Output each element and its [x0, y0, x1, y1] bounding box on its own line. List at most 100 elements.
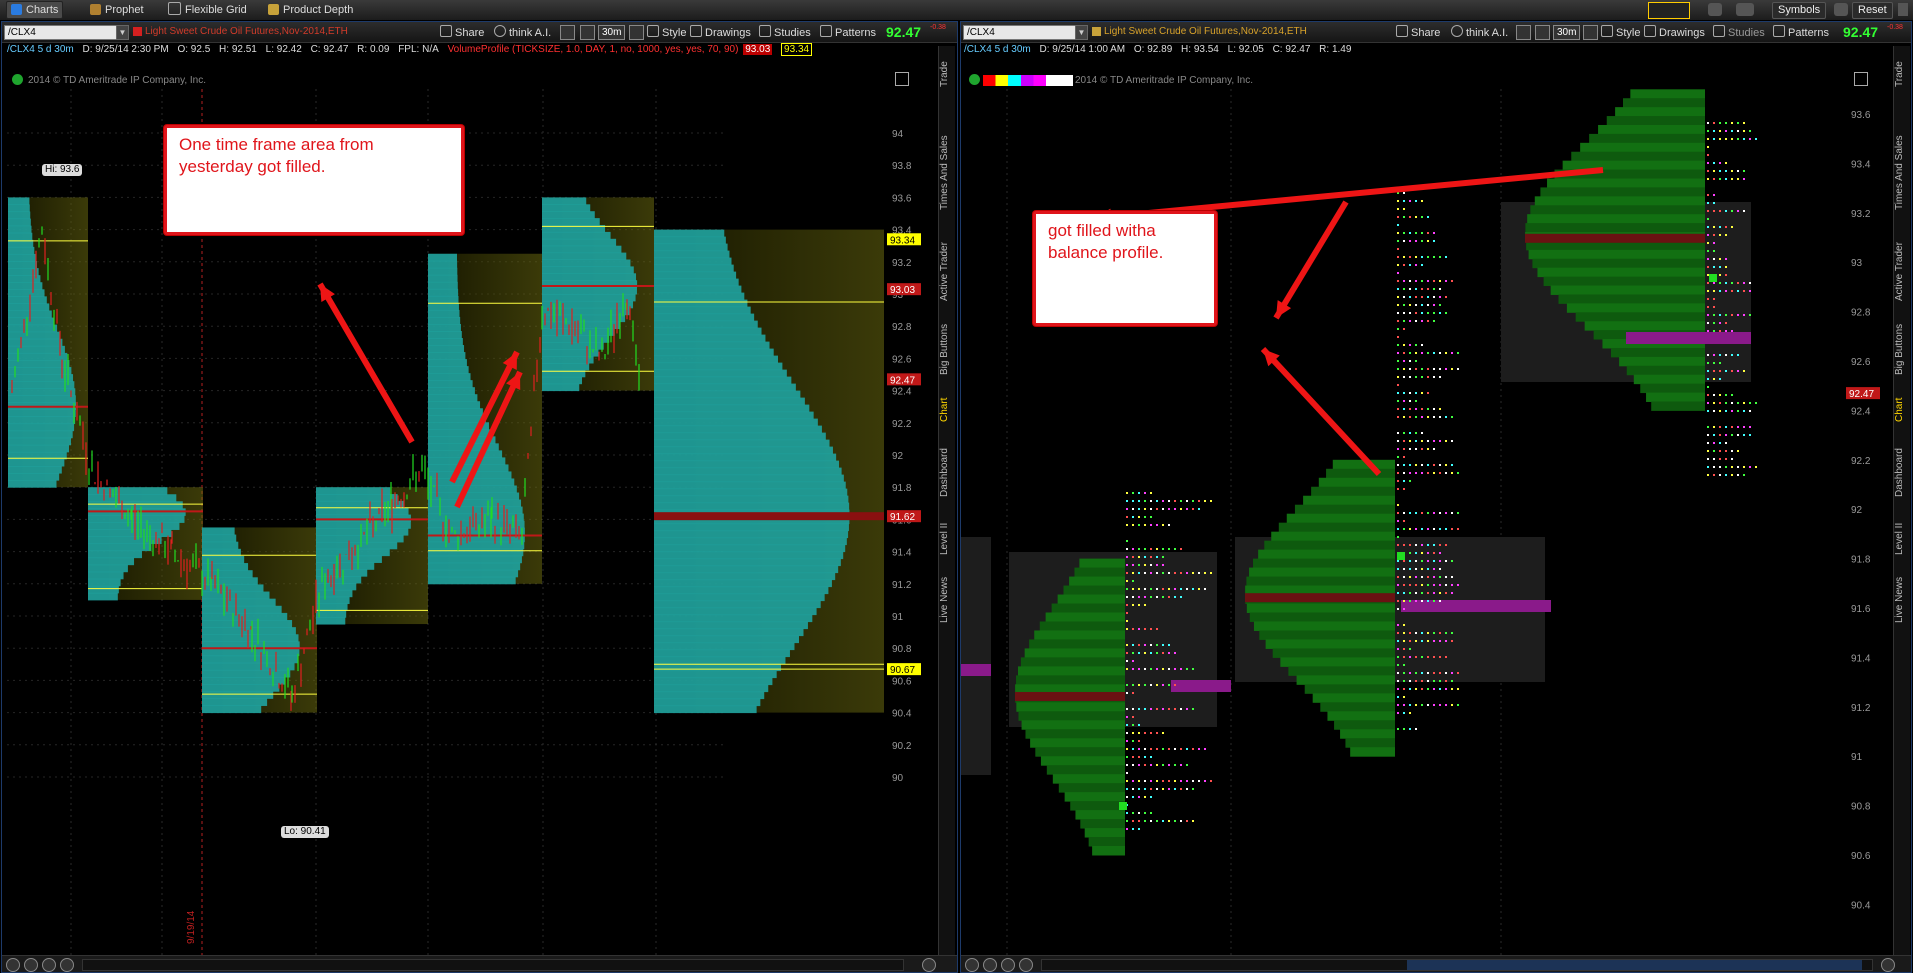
- menu-icon[interactable]: [1898, 3, 1908, 16]
- right-tpo-dot: [1415, 632, 1417, 634]
- right-profile-bar: [1064, 792, 1125, 802]
- right-tpo-dot: [1737, 434, 1739, 436]
- right-tpo-dot: [1731, 314, 1733, 316]
- right-tpo-dot: [1707, 442, 1709, 444]
- left-chart-canvas[interactable]: 9493.893.693.493.29392.892.692.492.29291…: [2, 22, 957, 972]
- right-chart-canvas[interactable]: 93.6 93.4 93.2 93 92.8 92.6 92.4 92.2 92 91.8 91.6…: [961, 22, 1911, 972]
- right-profile-bar: [1017, 666, 1125, 676]
- right-tpo-dot: [1719, 266, 1721, 268]
- right-tpo-dot: [1132, 764, 1134, 766]
- tab-product-depth-label: Product Depth: [283, 4, 354, 16]
- right-tpo-dot: [1397, 600, 1399, 602]
- right-scrollbar[interactable]: [1041, 959, 1873, 971]
- right-side-tab-trade[interactable]: Trade: [1894, 54, 1910, 94]
- right-profile-bar: [1249, 567, 1395, 578]
- right-tpo-dot: [1198, 748, 1200, 750]
- right-tpo-dot: [1174, 780, 1176, 782]
- link-icon[interactable]: [1736, 3, 1754, 16]
- right-pan-icon[interactable]: [1001, 958, 1015, 972]
- right-tpo-dot: [1439, 376, 1441, 378]
- right-tpo-dot: [1138, 508, 1140, 510]
- right-side-tab-big-buttons[interactable]: Big Buttons: [1894, 314, 1910, 384]
- right-tpo-dot: [1126, 692, 1128, 694]
- right-price-tick-label: 93: [1851, 258, 1863, 269]
- right-tpo-dot: [1743, 402, 1745, 404]
- right-tpo-dot: [1445, 584, 1447, 586]
- right-tpo-dot: [1433, 448, 1435, 450]
- right-tpo-dot: [1156, 588, 1158, 590]
- left-profile-bar: [428, 274, 458, 283]
- right-tpo-dot: [1186, 500, 1188, 502]
- left-side-tab-live-news[interactable]: Live News: [939, 570, 955, 630]
- right-tpo-dot: [1403, 472, 1405, 474]
- right-zoom-in-icon[interactable]: [965, 958, 979, 972]
- right-tpo-dot: [1132, 812, 1134, 814]
- left-price-badge: 93.34: [890, 235, 915, 246]
- expand-horizontal-icon[interactable]: [922, 958, 936, 972]
- right-side-tab-times-and-sales[interactable]: Times And Sales: [1894, 118, 1910, 228]
- left-side-tab-dashboard[interactable]: Dashboard: [939, 438, 955, 508]
- left-side-tab-times-and-sales[interactable]: Times And Sales: [939, 118, 955, 228]
- right-pointer-icon[interactable]: [1019, 958, 1033, 972]
- right-tpo-dot: [1403, 560, 1405, 562]
- right-tpo-dot: [1433, 440, 1435, 442]
- right-tpo-dot: [1421, 432, 1423, 434]
- right-tpo-dot: [1439, 472, 1441, 474]
- right-tpo-dot: [1144, 668, 1146, 670]
- print-icon[interactable]: [1834, 3, 1848, 16]
- bell-icon[interactable]: [1708, 3, 1722, 16]
- right-tpo-dot: [1162, 572, 1164, 574]
- right-expand-horizontal-icon[interactable]: [1881, 958, 1895, 972]
- right-tpo-dot: [1737, 402, 1739, 404]
- right-tpo-dot: [1409, 440, 1411, 442]
- tab-flexible-grid[interactable]: Flexible Grid: [164, 2, 251, 18]
- right-side-tab-chart[interactable]: Chart: [1894, 390, 1910, 430]
- left-side-tab-level-ii[interactable]: Level II: [939, 514, 955, 564]
- left-price-badge: 90.67: [890, 665, 915, 676]
- right-scrollbar-thumb[interactable]: [1407, 960, 1862, 970]
- arrow-right-icon[interactable]: [60, 958, 74, 972]
- layout-icon[interactable]: [1648, 2, 1690, 19]
- right-price-tick-label: 92.2: [1851, 456, 1871, 467]
- pan-icon[interactable]: [42, 958, 56, 972]
- right-tpo-dot: [1731, 330, 1733, 332]
- tab-charts[interactable]: Charts: [6, 1, 64, 19]
- symbols-button[interactable]: Symbols: [1772, 2, 1827, 19]
- left-side-tab-active-trader[interactable]: Active Trader: [939, 234, 955, 309]
- right-side-tab-dashboard[interactable]: Dashboard: [1894, 438, 1910, 508]
- right-side-tab-active-trader[interactable]: Active Trader: [1894, 234, 1910, 309]
- right-tpo-dot: [1409, 680, 1411, 682]
- right-zoom-out-icon[interactable]: [983, 958, 997, 972]
- left-side-tab-chart[interactable]: Chart: [939, 390, 955, 430]
- right-tpo-dot: [1409, 560, 1411, 562]
- right-side-tab-level-ii[interactable]: Level II: [1894, 514, 1910, 564]
- right-profile-bar: [1303, 495, 1395, 506]
- right-tpo-dot: [1421, 416, 1423, 418]
- right-tpo-dot: [1731, 282, 1733, 284]
- left-profile-bar: [8, 374, 74, 382]
- right-tpo-dot: [1737, 130, 1739, 132]
- right-tpo-dot: [1132, 644, 1134, 646]
- right-tpo-dot: [1409, 264, 1411, 266]
- left-scrollbar[interactable]: [82, 959, 904, 971]
- tab-product-depth[interactable]: Product Depth: [264, 2, 357, 18]
- right-tpo-highlight: [1171, 680, 1231, 692]
- right-tpo-dot: [1743, 434, 1745, 436]
- right-tpo-dot: [1457, 472, 1459, 474]
- left-price-tick-label: 91.2: [892, 580, 912, 591]
- right-tpo-dot: [1421, 640, 1423, 642]
- left-profile-bar: [8, 423, 75, 432]
- zoom-in-icon[interactable]: [6, 958, 20, 972]
- right-tpo-dot: [1403, 216, 1405, 218]
- right-tpo-dot: [1707, 250, 1709, 252]
- zoom-out-icon[interactable]: [24, 958, 38, 972]
- left-side-tab-big-buttons[interactable]: Big Buttons: [939, 314, 955, 384]
- right-profile-bar: [1532, 258, 1705, 269]
- right-tpo-dot: [1126, 580, 1128, 582]
- left-side-tab-trade[interactable]: Trade: [939, 54, 955, 94]
- tab-prophet[interactable]: Prophet: [86, 2, 148, 18]
- right-side-tab-live-news[interactable]: Live News: [1894, 570, 1910, 630]
- right-tpo-dot: [1150, 508, 1152, 510]
- right-tpo-dot: [1156, 820, 1158, 822]
- reset-button[interactable]: Reset: [1852, 2, 1893, 19]
